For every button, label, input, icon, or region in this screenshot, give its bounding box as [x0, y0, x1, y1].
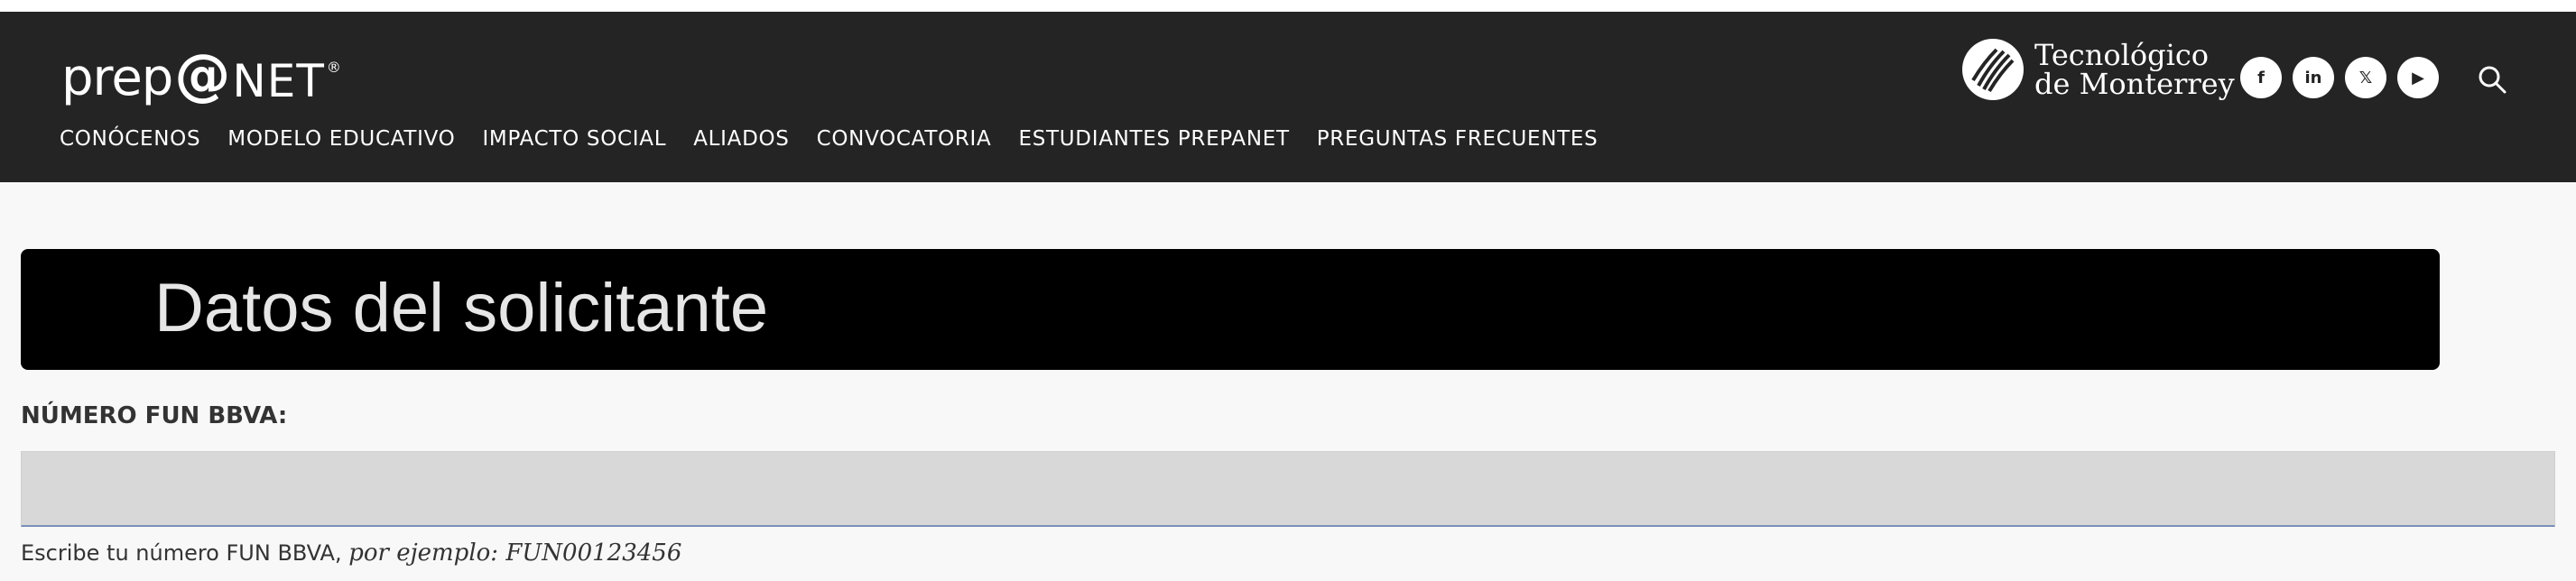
nav-conocenos[interactable]: CONÓCENOS	[60, 127, 200, 151]
search-icon[interactable]	[2477, 64, 2507, 95]
x-icon[interactable]: 𝕏	[2345, 57, 2386, 98]
nav-preguntas-frecuentes[interactable]: PREGUNTAS FRECUENTES	[1317, 127, 1598, 151]
top-strip	[0, 0, 2576, 12]
logo-part-net: NET	[232, 55, 325, 107]
tec-monterrey-logo[interactable]: Tecnológico de Monterrey	[1962, 39, 2235, 100]
logo-part-prep: prep	[61, 49, 173, 107]
fun-number-label: NÚMERO FUN BBVA:	[21, 402, 288, 429]
nav-aliados[interactable]: ALIADOS	[693, 127, 789, 151]
prepanet-logo[interactable]: prep @ NET ®	[61, 42, 341, 107]
nav-impacto-social[interactable]: IMPACTO SOCIAL	[482, 127, 666, 151]
fun-help-example: por ejemplo: FUN00123456	[348, 540, 682, 567]
tec-seal-icon	[1962, 39, 2024, 100]
tec-logo-line2: de Monterrey	[2034, 67, 2235, 101]
fun-help-text: Escribe tu número FUN BBVA,	[21, 540, 349, 566]
nav-convocatoria[interactable]: CONVOCATORIA	[817, 127, 992, 151]
main-nav: CONÓCENOS MODELO EDUCATIVO IMPACTO SOCIA…	[60, 127, 1598, 151]
social-links: f in 𝕏 ▶	[2240, 57, 2439, 98]
logo-part-at: @	[174, 42, 231, 107]
fun-number-input[interactable]	[21, 451, 2555, 527]
nav-modelo-educativo[interactable]: MODELO EDUCATIVO	[227, 127, 455, 151]
tec-logo-text: Tecnológico de Monterrey	[2034, 41, 2235, 98]
facebook-icon[interactable]: f	[2240, 57, 2282, 98]
youtube-icon[interactable]: ▶	[2397, 57, 2439, 98]
fun-number-help: Escribe tu número FUN BBVA, por ejemplo:…	[21, 540, 681, 567]
logo-registered-mark: ®	[326, 59, 341, 76]
linkedin-icon[interactable]: in	[2293, 57, 2334, 98]
site-header: prep @ NET ® CONÓCENOS MODELO EDUCATIVO …	[0, 12, 2576, 182]
section-title: Datos del solicitante	[154, 270, 769, 346]
nav-estudiantes-prepanet[interactable]: ESTUDIANTES PREPANET	[1018, 127, 1289, 151]
section-banner: Datos del solicitante	[21, 249, 2440, 370]
